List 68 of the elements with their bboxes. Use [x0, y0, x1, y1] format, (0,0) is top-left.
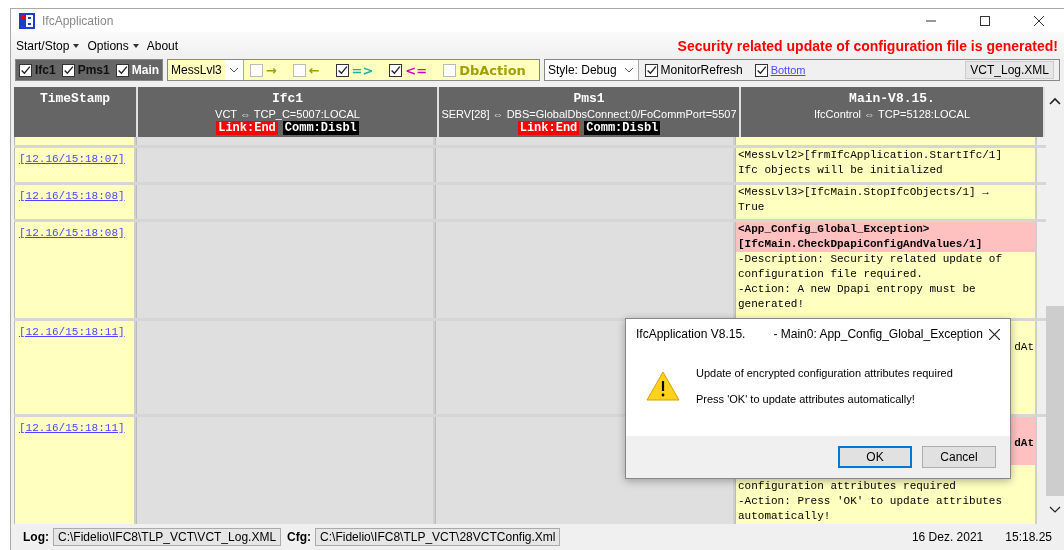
column-title: Pms1 — [573, 91, 605, 106]
timestamp-link[interactable]: [12.16/15:18:11] — [19, 326, 125, 338]
status-tag: Comm:Disbl — [282, 121, 359, 135]
dialog-title: - Main0: App_Config_Global_Exception — [773, 327, 983, 341]
chevron-up-icon[interactable] — [1049, 97, 1061, 105]
close-icon[interactable] — [989, 328, 1000, 340]
config-label: Cfg: — [287, 530, 312, 544]
alert-message: Security related update of configuration file is generated! — [677, 37, 1058, 54]
scroll-thumb[interactable] — [1046, 306, 1064, 496]
caret-icon — [73, 43, 80, 48]
checkbox-label: <= — [405, 62, 428, 78]
menu-item[interactable]: About — [146, 38, 179, 53]
bottom-link[interactable]: Bottom — [770, 64, 806, 76]
caret-icon — [132, 43, 139, 48]
log-message: <App_Config_Global_Exception> [IfcMain.CheckDpapiConfigAndValues/1] — [736, 222, 1035, 252]
checkbox[interactable] — [389, 63, 403, 77]
status-date: 16 Dez. 2021 — [911, 530, 984, 544]
status-tag: Comm:Disbl — [584, 121, 661, 135]
timestamp-link[interactable]: [12.16/15:18:08] — [19, 190, 125, 202]
cancel-button[interactable]: Cancel — [922, 446, 996, 468]
checkbox[interactable] — [335, 63, 349, 77]
checkbox[interactable] — [19, 63, 32, 77]
connection-label: SERV[28] ⇔ DBS=GlobalDbsConnect:0/FoCommPort=5507 — [441, 108, 737, 120]
log-label: Log: — [23, 530, 49, 544]
status-time: 15:18.25 — [1005, 530, 1052, 544]
chevron-down-icon — [228, 67, 239, 73]
menu-item[interactable]: Start/Stop — [16, 38, 80, 53]
checkbox-label: ← — [308, 62, 320, 78]
level-dropdown[interactable]: MessLvl3 — [168, 60, 244, 80]
checkbox[interactable] — [754, 63, 768, 77]
warning-icon — [646, 371, 680, 401]
config-path: C:\Fidelio\IFC8\TLP_VCT\28VCTConfig.Xml — [315, 528, 561, 546]
dialog-message: Press 'OK' to update attributes automatically! — [696, 393, 916, 405]
status-tag: Link:End — [517, 121, 580, 135]
checkbox[interactable] — [644, 63, 658, 77]
timestamp-link[interactable]: [12.16/15:18:08] — [19, 227, 125, 239]
checkbox-label: Main — [131, 63, 160, 77]
column-title: Ifc1 — [271, 91, 304, 106]
checkbox[interactable] — [443, 63, 457, 77]
window-title: IfcApplication — [42, 13, 114, 28]
log-path: C:\Fidelio\IFC8\TLP_VCT\VCT_Log.XML — [53, 528, 282, 546]
checkbox[interactable] — [249, 63, 263, 77]
chevron-down-icon — [623, 67, 634, 73]
checkbox-label: MonitorRefresh — [660, 63, 743, 77]
timestamp-link[interactable]: [12.16/15:18:07] — [19, 153, 125, 165]
close-icon[interactable] — [1034, 15, 1044, 26]
checkbox[interactable] — [115, 63, 129, 77]
column-title: Main-V8.15. — [849, 91, 935, 106]
chevron-down-icon[interactable] — [1049, 506, 1061, 514]
status-tag: Link:End — [216, 121, 278, 135]
connection-label: VCT ⇔ TCP_C=5007:LOCAL — [215, 108, 360, 120]
dialog-message: Update of encrypted configuration attributes required — [696, 367, 953, 379]
checkbox[interactable] — [61, 63, 75, 77]
timestamp-link[interactable]: [12.16/15:18:11] — [19, 422, 125, 434]
connection-label: IfcControl ⇔ TCP=5128:LOCAL — [814, 108, 970, 120]
app-logo-icon — [19, 12, 35, 29]
checkbox-label: Ifc1 — [35, 63, 56, 77]
style-dropdown[interactable]: Style: Debug — [544, 60, 639, 80]
checkbox-label: → — [265, 62, 277, 78]
column-title: TimeStamp — [39, 91, 111, 106]
checkbox-label: Pms1 — [77, 63, 110, 77]
checkbox-label: DbAction — [459, 62, 526, 78]
checkbox[interactable] — [292, 63, 306, 77]
ok-button[interactable]: OK — [838, 446, 912, 468]
menu-item[interactable]: Options — [87, 38, 139, 53]
maximize-icon[interactable] — [980, 15, 990, 26]
checkbox-label: => — [351, 62, 374, 78]
log-file-label: VCT_Log.XML — [965, 61, 1054, 79]
